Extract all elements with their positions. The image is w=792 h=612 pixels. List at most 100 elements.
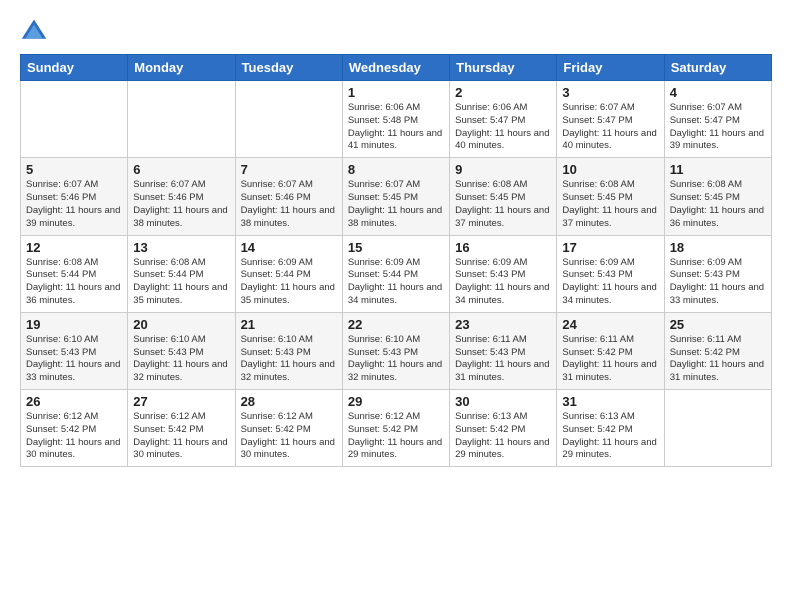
calendar-week-row: 19 Sunrise: 6:10 AMSunset: 5:43 PMDayligh… — [21, 312, 772, 389]
calendar-cell: 31 Sunrise: 6:13 AMSunset: 5:42 PMDayligh… — [557, 390, 664, 467]
calendar-cell: 17 Sunrise: 6:09 AMSunset: 5:43 PMDayligh… — [557, 235, 664, 312]
day-number: 19 — [26, 317, 122, 332]
day-number: 14 — [241, 240, 337, 255]
calendar-cell: 9 Sunrise: 6:08 AMSunset: 5:45 PMDaylight… — [450, 158, 557, 235]
day-info: Sunrise: 6:10 AMSunset: 5:43 PMDaylight:… — [241, 334, 337, 385]
day-info: Sunrise: 6:13 AMSunset: 5:42 PMDaylight:… — [455, 411, 551, 462]
calendar-cell: 1 Sunrise: 6:06 AMSunset: 5:48 PMDaylight… — [342, 81, 449, 158]
calendar-week-row: 12Sunrise: 6:08 AMSunset: 5:44 PMDayligh… — [21, 235, 772, 312]
day-info: Sunrise: 6:12 AMSunset: 5:42 PMDaylight:… — [133, 411, 229, 462]
calendar-cell: 23Sunrise: 6:11 AMSunset: 5:43 PMDayligh… — [450, 312, 557, 389]
calendar-cell: 21 Sunrise: 6:10 AMSunset: 5:43 PMDayligh… — [235, 312, 342, 389]
day-info: Sunrise: 6:11 AMSunset: 5:42 PMDaylight:… — [562, 334, 658, 385]
calendar-cell: 5 Sunrise: 6:07 AMSunset: 5:46 PMDaylight… — [21, 158, 128, 235]
day-info: Sunrise: 6:10 AMSunset: 5:43 PMDaylight:… — [348, 334, 444, 385]
calendar-cell: 15Sunrise: 6:09 AMSunset: 5:44 PMDayligh… — [342, 235, 449, 312]
day-number: 23 — [455, 317, 551, 332]
day-number: 3 — [562, 85, 658, 100]
day-number: 6 — [133, 162, 229, 177]
calendar-cell: 19 Sunrise: 6:10 AMSunset: 5:43 PMDayligh… — [21, 312, 128, 389]
day-info: Sunrise: 6:07 AMSunset: 5:46 PMDaylight:… — [241, 179, 337, 230]
weekday-header-monday: Monday — [128, 55, 235, 81]
calendar-cell — [235, 81, 342, 158]
day-info: Sunrise: 6:09 AMSunset: 5:43 PMDaylight:… — [562, 257, 658, 308]
calendar-cell — [21, 81, 128, 158]
calendar-cell: 10 Sunrise: 6:08 AMSunset: 5:45 PMDayligh… — [557, 158, 664, 235]
day-number: 2 — [455, 85, 551, 100]
calendar-cell: 16 Sunrise: 6:09 AMSunset: 5:43 PMDayligh… — [450, 235, 557, 312]
day-number: 18 — [670, 240, 766, 255]
page: SundayMondayTuesdayWednesdayThursdayFrid… — [0, 0, 792, 612]
logo-icon — [20, 16, 48, 44]
calendar-cell: 3 Sunrise: 6:07 AMSunset: 5:47 PMDaylight… — [557, 81, 664, 158]
day-number: 13 — [133, 240, 229, 255]
day-number: 21 — [241, 317, 337, 332]
calendar-cell: 27 Sunrise: 6:12 AMSunset: 5:42 PMDayligh… — [128, 390, 235, 467]
day-info: Sunrise: 6:10 AMSunset: 5:43 PMDaylight:… — [26, 334, 122, 385]
day-info: Sunrise: 6:12 AMSunset: 5:42 PMDaylight:… — [348, 411, 444, 462]
day-number: 17 — [562, 240, 658, 255]
day-info: Sunrise: 6:08 AMSunset: 5:45 PMDaylight:… — [562, 179, 658, 230]
weekday-header-saturday: Saturday — [664, 55, 771, 81]
calendar-week-row: 5 Sunrise: 6:07 AMSunset: 5:46 PMDaylight… — [21, 158, 772, 235]
day-info: Sunrise: 6:08 AMSunset: 5:44 PMDaylight:… — [26, 257, 122, 308]
day-info: Sunrise: 6:13 AMSunset: 5:42 PMDaylight:… — [562, 411, 658, 462]
day-info: Sunrise: 6:07 AMSunset: 5:47 PMDaylight:… — [562, 102, 658, 153]
day-info: Sunrise: 6:09 AMSunset: 5:43 PMDaylight:… — [455, 257, 551, 308]
weekday-header-row: SundayMondayTuesdayWednesdayThursdayFrid… — [21, 55, 772, 81]
day-info: Sunrise: 6:12 AMSunset: 5:42 PMDaylight:… — [241, 411, 337, 462]
weekday-header-tuesday: Tuesday — [235, 55, 342, 81]
day-number: 24 — [562, 317, 658, 332]
day-number: 11 — [670, 162, 766, 177]
calendar-cell — [664, 390, 771, 467]
calendar-week-row: 1 Sunrise: 6:06 AMSunset: 5:48 PMDaylight… — [21, 81, 772, 158]
calendar-cell: 4 Sunrise: 6:07 AMSunset: 5:47 PMDaylight… — [664, 81, 771, 158]
calendar-cell: 6Sunrise: 6:07 AMSunset: 5:46 PMDaylight… — [128, 158, 235, 235]
calendar-cell: 18 Sunrise: 6:09 AMSunset: 5:43 PMDayligh… — [664, 235, 771, 312]
day-info: Sunrise: 6:08 AMSunset: 5:45 PMDaylight:… — [455, 179, 551, 230]
calendar-cell: 30 Sunrise: 6:13 AMSunset: 5:42 PMDayligh… — [450, 390, 557, 467]
day-number: 26 — [26, 394, 122, 409]
day-number: 4 — [670, 85, 766, 100]
calendar-cell: 12Sunrise: 6:08 AMSunset: 5:44 PMDayligh… — [21, 235, 128, 312]
calendar-cell: 7 Sunrise: 6:07 AMSunset: 5:46 PMDaylight… — [235, 158, 342, 235]
day-info: Sunrise: 6:09 AMSunset: 5:44 PMDaylight:… — [241, 257, 337, 308]
day-number: 22 — [348, 317, 444, 332]
calendar-cell — [128, 81, 235, 158]
day-number: 16 — [455, 240, 551, 255]
day-info: Sunrise: 6:11 AMSunset: 5:42 PMDaylight:… — [670, 334, 766, 385]
weekday-header-sunday: Sunday — [21, 55, 128, 81]
day-number: 29 — [348, 394, 444, 409]
day-info: Sunrise: 6:09 AMSunset: 5:43 PMDaylight:… — [670, 257, 766, 308]
calendar-cell: 28 Sunrise: 6:12 AMSunset: 5:42 PMDayligh… — [235, 390, 342, 467]
day-info: Sunrise: 6:07 AMSunset: 5:47 PMDaylight:… — [670, 102, 766, 153]
day-number: 28 — [241, 394, 337, 409]
calendar-cell: 13Sunrise: 6:08 AMSunset: 5:44 PMDayligh… — [128, 235, 235, 312]
day-info: Sunrise: 6:06 AMSunset: 5:48 PMDaylight:… — [348, 102, 444, 153]
day-number: 25 — [670, 317, 766, 332]
day-info: Sunrise: 6:12 AMSunset: 5:42 PMDaylight:… — [26, 411, 122, 462]
calendar-cell: 11Sunrise: 6:08 AMSunset: 5:45 PMDayligh… — [664, 158, 771, 235]
calendar-cell: 8 Sunrise: 6:07 AMSunset: 5:45 PMDaylight… — [342, 158, 449, 235]
weekday-header-friday: Friday — [557, 55, 664, 81]
day-number: 9 — [455, 162, 551, 177]
weekday-header-wednesday: Wednesday — [342, 55, 449, 81]
day-number: 5 — [26, 162, 122, 177]
day-info: Sunrise: 6:07 AMSunset: 5:45 PMDaylight:… — [348, 179, 444, 230]
logo — [20, 16, 52, 44]
day-number: 7 — [241, 162, 337, 177]
calendar-cell: 24 Sunrise: 6:11 AMSunset: 5:42 PMDayligh… — [557, 312, 664, 389]
day-number: 30 — [455, 394, 551, 409]
day-info: Sunrise: 6:10 AMSunset: 5:43 PMDaylight:… — [133, 334, 229, 385]
calendar-cell: 29 Sunrise: 6:12 AMSunset: 5:42 PMDayligh… — [342, 390, 449, 467]
day-number: 8 — [348, 162, 444, 177]
day-info: Sunrise: 6:06 AMSunset: 5:47 PMDaylight:… — [455, 102, 551, 153]
day-info: Sunrise: 6:09 AMSunset: 5:44 PMDaylight:… — [348, 257, 444, 308]
day-number: 27 — [133, 394, 229, 409]
calendar-cell: 14 Sunrise: 6:09 AMSunset: 5:44 PMDayligh… — [235, 235, 342, 312]
day-number: 31 — [562, 394, 658, 409]
day-number: 1 — [348, 85, 444, 100]
day-number: 10 — [562, 162, 658, 177]
calendar-cell: 20Sunrise: 6:10 AMSunset: 5:43 PMDayligh… — [128, 312, 235, 389]
day-info: Sunrise: 6:07 AMSunset: 5:46 PMDaylight:… — [26, 179, 122, 230]
